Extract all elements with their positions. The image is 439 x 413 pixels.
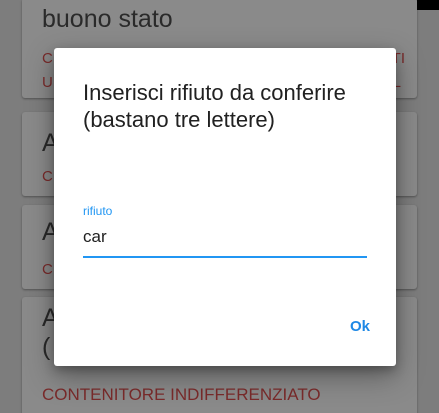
field-label: rifiuto	[83, 204, 113, 218]
item-title-line2: (	[42, 333, 51, 361]
item-category: C	[42, 168, 53, 185]
item-category: CONTENITORE INDIFFERENZIATO	[42, 385, 321, 404]
item-category: C	[42, 50, 53, 67]
item-category: C	[42, 261, 53, 278]
input-underline	[83, 256, 367, 258]
waste-search-input[interactable]	[83, 220, 367, 254]
search-dialog: Inserisci rifiuto da conferire (bastano …	[54, 48, 396, 366]
dialog-title: Inserisci rifiuto da conferire (bastano …	[83, 80, 346, 132]
item-category: U	[42, 74, 53, 91]
item-title: buono stato	[42, 5, 173, 33]
ok-button[interactable]: Ok	[344, 314, 376, 339]
